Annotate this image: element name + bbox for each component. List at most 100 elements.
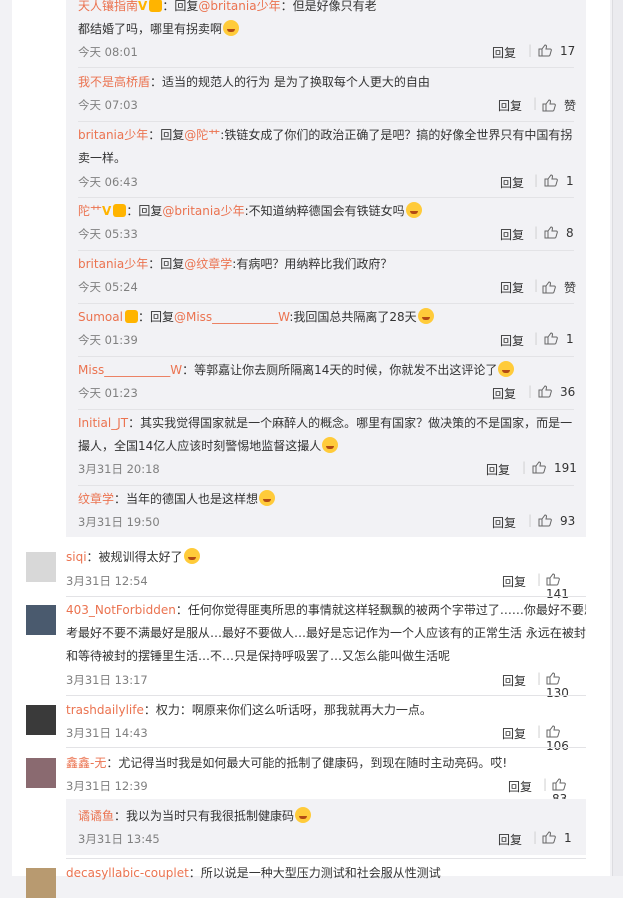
timestamp: 今天 07:03 <box>78 98 138 112</box>
comment-text-line3: 和等待被封的摆锤里生活…不…只是保持呼吸罢了…又怎么能叫做生活呢 <box>66 649 451 663</box>
like-button[interactable]: 赞 <box>542 97 576 114</box>
user-name[interactable]: trashdailylife <box>66 703 144 717</box>
timestamp: 3月31日 20:18 <box>78 462 160 476</box>
like-button[interactable]: 赞 <box>542 279 576 296</box>
like-count: 1 <box>566 332 574 346</box>
like-button[interactable]: 36 <box>538 385 575 399</box>
grin-emoji-icon <box>498 361 515 377</box>
user-name[interactable]: 403_NotForbidden <box>66 603 176 617</box>
comment-body: ：被规训得太好了 <box>86 550 183 564</box>
comment-body: ：任何你觉得匪夷所思的事情就这样轻飘飘的被两个字带过了……你最好不要思 <box>175 603 586 617</box>
user-name[interactable]: Initial_JT <box>78 416 128 430</box>
reply-prefix: ：回复 <box>148 128 185 142</box>
like-button[interactable]: 106 <box>546 725 586 753</box>
reply-button[interactable]: 回复 <box>500 174 524 191</box>
mention-link[interactable]: @纹章学 <box>184 257 232 271</box>
like-button[interactable]: 93 <box>538 514 575 528</box>
reply-text: ：适当的规范人的行为 是为了换取每个人更大的自由 <box>150 75 430 89</box>
divider <box>78 485 574 486</box>
reply-text: ：我以为当时只有我很抵制健康码 <box>114 809 295 823</box>
user-name[interactable]: britania少年 <box>78 257 148 271</box>
level-icon <box>149 0 163 12</box>
reply-button[interactable]: 回复 <box>500 226 524 243</box>
like-count: 1 <box>564 831 572 845</box>
timestamp: 3月31日 12:39 <box>66 779 148 793</box>
comment-body: ：尤记得当时我是如何最大可能的抵制了健康码，到现在随时主动亮码。哎! <box>106 756 508 770</box>
thumbs-up-icon <box>544 332 558 345</box>
like-button[interactable]: 191 <box>532 461 577 475</box>
user-name[interactable]: 陀艹 <box>78 204 102 218</box>
level-icon <box>113 204 127 217</box>
user-name[interactable]: britania少年 <box>78 128 148 142</box>
reply-button[interactable]: 回复 <box>502 573 526 590</box>
like-count: 191 <box>554 461 577 475</box>
avatar[interactable] <box>26 705 56 735</box>
reply-text: ：当年的德国人也是这样想 <box>114 492 259 506</box>
cry-emoji-icon <box>183 548 200 564</box>
thumbs-up-icon <box>546 725 560 738</box>
like-count: 17 <box>560 44 576 58</box>
reply-text-cont: 都结婚了吗，哪里有拐卖啊 <box>78 22 223 36</box>
reply-button[interactable]: 回复 <box>498 97 522 114</box>
divider <box>78 67 574 68</box>
reply-button[interactable]: 回复 <box>502 725 526 742</box>
timestamp: 3月31日 14:43 <box>66 726 148 740</box>
separator: | <box>543 777 548 791</box>
timestamp: 今天 05:24 <box>78 280 138 294</box>
like-button[interactable]: 8 <box>544 226 574 240</box>
like-button[interactable]: 17 <box>538 44 575 58</box>
reply-button[interactable]: 回复 <box>498 831 522 848</box>
reply-button[interactable]: 回复 <box>486 461 510 478</box>
mention-link[interactable]: @陀艹 <box>184 128 220 142</box>
mention-link[interactable]: @britania少年 <box>198 0 280 13</box>
timestamp: 3月31日 13:17 <box>66 673 148 687</box>
reply-button[interactable]: 回复 <box>492 514 516 531</box>
avatar[interactable] <box>26 552 56 582</box>
user-name[interactable]: Miss___________W <box>78 363 182 377</box>
user-name[interactable]: siqi <box>66 550 87 564</box>
divider <box>78 121 574 122</box>
reply-button[interactable]: 回复 <box>492 44 516 61</box>
thumbs-up-icon <box>538 385 552 398</box>
user-name[interactable]: 谲谲鱼 <box>78 809 114 823</box>
separator: | <box>528 513 533 527</box>
like-count: 130 <box>546 686 569 700</box>
separator: | <box>528 384 533 398</box>
mention-link[interactable]: @Miss___________W <box>174 310 289 324</box>
avatar[interactable] <box>26 758 56 788</box>
reply-prefix: ：回复 <box>137 310 174 324</box>
like-button[interactable]: 1 <box>542 831 572 845</box>
user-name[interactable]: 我不是高桥盾 <box>78 75 150 89</box>
like-button[interactable]: 1 <box>544 174 574 188</box>
sub-reply-text: 谲谲鱼：我以为当时只有我很抵制健康码 <box>78 805 574 827</box>
thumbs-up-icon <box>532 461 546 474</box>
like-button[interactable]: 1 <box>544 332 574 346</box>
avatar[interactable] <box>26 868 56 898</box>
reply-button[interactable]: 回复 <box>492 385 516 402</box>
timestamp: 今天 08:01 <box>78 45 138 59</box>
sub-reply-text: Miss___________W：等郭嘉让你去厕所隔离14天的时候，你就发不出这… <box>78 359 574 381</box>
user-name[interactable]: 鑫鑫-无 <box>66 756 106 770</box>
scrollbar[interactable] <box>612 0 623 876</box>
user-name[interactable]: 纹章学 <box>78 492 114 506</box>
reply-text: ：等郭嘉让你去厕所隔离14天的时候，你就发不出这评论了 <box>182 363 498 377</box>
avatar[interactable] <box>26 605 56 635</box>
mention-link[interactable]: @britania少年 <box>162 204 244 218</box>
user-name[interactable]: 天人镶指南 <box>78 0 138 13</box>
thumbs-up-icon <box>538 514 552 527</box>
reply-button[interactable]: 回复 <box>500 332 524 349</box>
divider <box>78 409 574 410</box>
thumbs-up-icon <box>544 174 558 187</box>
laugh-emoji-icon <box>295 807 312 823</box>
user-name[interactable]: Sumoal <box>78 310 123 324</box>
thumbs-up-icon <box>552 778 566 791</box>
reply-button[interactable]: 回复 <box>508 778 532 795</box>
reply-button[interactable]: 回复 <box>500 279 524 296</box>
sub-reply-text: Initial_JT：其实我觉得国家就是一个麻醉人的概念。哪里有国家？做决策的不… <box>78 412 574 434</box>
divider <box>78 356 574 357</box>
reply-button[interactable]: 回复 <box>502 672 526 689</box>
divider <box>66 596 586 597</box>
user-name[interactable]: decasyllabic-couplet <box>66 866 189 880</box>
separator: | <box>534 225 539 239</box>
glasses-emoji-icon <box>405 202 422 218</box>
